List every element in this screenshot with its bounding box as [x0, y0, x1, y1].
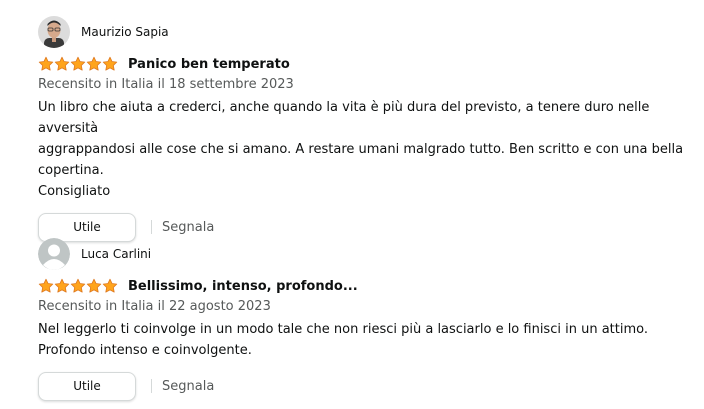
star-icon: [102, 278, 118, 293]
star-icon: [102, 56, 118, 71]
star-rating[interactable]: [38, 278, 118, 294]
author-name[interactable]: Maurizio Sapia: [81, 25, 169, 39]
review-date: Recensito in Italia il 18 settembre 2023: [38, 77, 294, 92]
star-rating[interactable]: [38, 56, 118, 72]
review-card: Maurizio Sapia Panico ben temperato Rece…: [38, 16, 688, 242]
review-body: Un libro che aiuta a crederci, anche qua…: [38, 97, 688, 202]
review-body-line: copertina.: [38, 163, 104, 178]
review-card: Luca Carlini Bellissimo, intenso, profon…: [38, 238, 688, 401]
star-icon: [38, 56, 54, 71]
review-body: Nel leggerlo ti coinvolge in un modo tal…: [38, 319, 688, 361]
review-body-line: Profondo intenso e coinvolgente.: [38, 343, 252, 358]
review-body-line: Consigliato: [38, 184, 111, 199]
divider: [151, 379, 152, 393]
star-icon: [70, 56, 86, 71]
review-profile[interactable]: Maurizio Sapia: [38, 16, 688, 48]
author-name[interactable]: Luca Carlini: [81, 247, 151, 261]
star-icon: [54, 278, 70, 293]
review-profile[interactable]: Luca Carlini: [38, 238, 688, 270]
review-body-line: Un libro che aiuta a crederci, anche qua…: [38, 100, 650, 136]
star-icon: [70, 278, 86, 293]
star-icon: [86, 278, 102, 293]
avatar-photo[interactable]: [38, 16, 70, 48]
star-icon: [86, 56, 102, 71]
star-icon: [54, 56, 70, 71]
divider: [151, 220, 152, 234]
report-link[interactable]: Segnala: [162, 379, 214, 394]
review-title[interactable]: Panico ben temperato: [128, 57, 290, 72]
helpful-button[interactable]: Utile: [38, 371, 136, 401]
review-body-line: Nel leggerlo ti coinvolge in un modo tal…: [38, 322, 648, 337]
default-avatar-icon[interactable]: [38, 238, 70, 270]
star-icon: [38, 278, 54, 293]
review-title[interactable]: Bellissimo, intenso, profondo...: [128, 279, 358, 294]
review-date: Recensito in Italia il 22 agosto 2023: [38, 299, 271, 314]
report-link[interactable]: Segnala: [162, 220, 214, 235]
review-body-line: aggrappandosi alle cose che si amano. A …: [38, 142, 684, 157]
